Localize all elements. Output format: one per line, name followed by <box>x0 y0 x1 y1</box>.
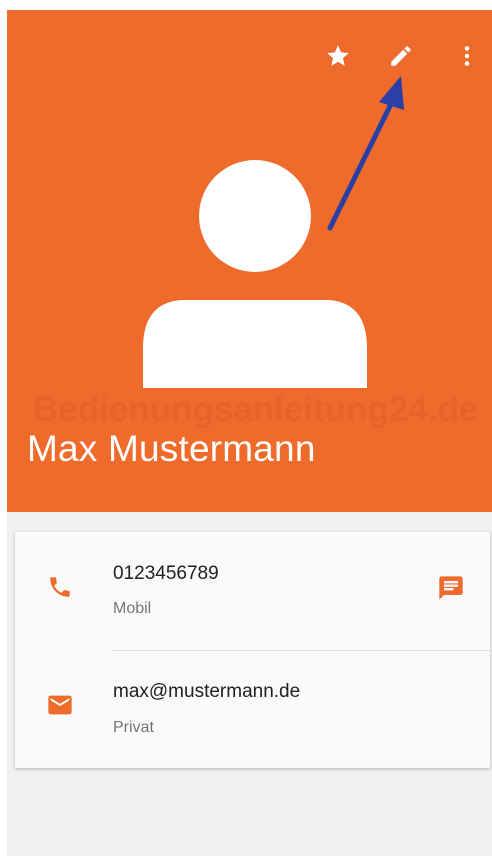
email-address: max@mustermann.de <box>113 681 301 702</box>
send-message-button[interactable] <box>433 570 469 606</box>
contact-screen: Bedienungsanleitung24.de Max Mustermann … <box>7 10 492 856</box>
phone-row[interactable]: 0123456789 Mobil <box>15 532 490 648</box>
contact-header: Bedienungsanleitung24.de Max Mustermann <box>7 10 492 512</box>
contact-details-card: 0123456789 Mobil max@mustermann.de Priva… <box>15 532 490 768</box>
row-divider <box>113 650 490 651</box>
more-options-button[interactable] <box>449 38 485 74</box>
phone-type: Mobil <box>113 600 152 617</box>
star-icon <box>327 45 349 66</box>
edit-button[interactable] <box>383 38 419 74</box>
phone-icon-wrapper <box>43 570 77 604</box>
phone-number: 0123456789 <box>113 563 219 584</box>
watermark: Bedienungsanleitung24.de <box>33 390 479 429</box>
email-icon <box>48 695 72 715</box>
more-vert-icon <box>464 46 470 66</box>
email-type: Privat <box>113 719 154 736</box>
person-silhouette-icon <box>143 160 367 388</box>
contact-name: Max Mustermann <box>27 428 316 469</box>
edit-icon <box>391 46 411 66</box>
email-row[interactable]: max@mustermann.de Privat <box>15 652 490 768</box>
favorite-button[interactable] <box>320 38 356 74</box>
phone-icon <box>50 577 70 597</box>
message-icon <box>439 576 463 600</box>
email-icon-wrapper <box>43 688 77 722</box>
